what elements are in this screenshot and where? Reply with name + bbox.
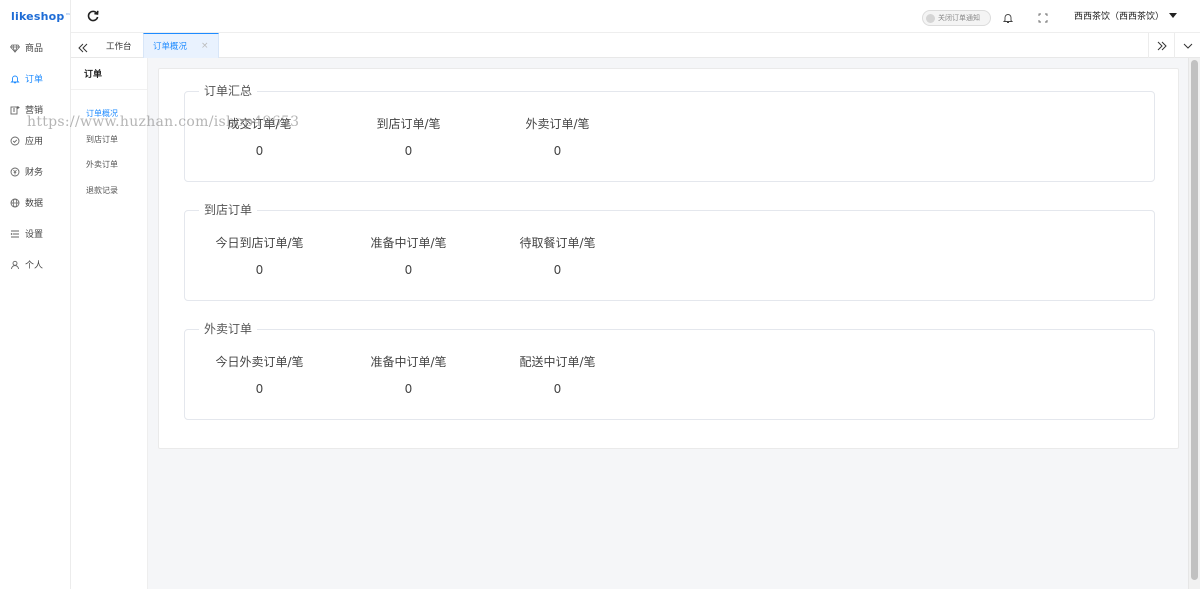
sidebar-item-label: 商品 xyxy=(25,44,44,54)
order-notify-label: 关闭订单通知 xyxy=(938,14,980,22)
stat-today-takeout: 今日外卖订单/笔 0 xyxy=(185,353,334,396)
sidebar-item-label: 营销 xyxy=(25,106,44,116)
stat-dine-in-orders: 到店订单/笔 0 xyxy=(334,115,483,158)
diamond-icon xyxy=(10,43,20,53)
stat-today-dine-in: 今日到店订单/笔 0 xyxy=(185,234,334,277)
sidebar-item-data[interactable]: 数据 xyxy=(0,187,70,218)
toggle-knob xyxy=(926,13,935,23)
primary-sidebar: likeshop ™ 商品 订单 营销 应用 财务 数据 设置 个人 xyxy=(0,0,71,589)
top-header: 关闭订单通知 西西茶饮（西西茶饮） xyxy=(71,0,1200,32)
fullscreen-icon[interactable] xyxy=(1037,9,1049,23)
sidebar-item-goods[interactable]: 商品 xyxy=(0,32,70,63)
list-settings-icon xyxy=(10,229,20,239)
refresh-icon[interactable] xyxy=(86,8,100,22)
stat-value: 0 xyxy=(404,144,413,158)
subnav-item-order-overview[interactable]: 订单概况 xyxy=(71,101,147,127)
subnav-item-takeout-orders[interactable]: 外卖订单 xyxy=(71,152,147,178)
stat-value: 0 xyxy=(553,382,562,396)
vertical-scrollbar[interactable] xyxy=(1188,58,1200,589)
sidebar-item-settings[interactable]: 设置 xyxy=(0,218,70,249)
tabs-bar: 工作台 订单概况 × xyxy=(71,32,1200,58)
main-content: 订单汇总 成交订单/笔 0 到店订单/笔 0 外卖订单/笔 0 到店订单 今日到… xyxy=(148,58,1188,589)
group-title: 到店订单 xyxy=(199,201,258,218)
stat-value: 0 xyxy=(255,263,264,277)
sidebar-item-finance[interactable]: 财务 xyxy=(0,156,70,187)
tab-label: 订单概况 xyxy=(153,42,188,52)
sidebar-item-label: 订单 xyxy=(25,75,44,85)
subnav-item-dine-in-orders[interactable]: 到店订单 xyxy=(71,127,147,153)
subnav-title: 订单 xyxy=(71,58,147,90)
subnav-list: 订单概况 到店订单 外卖订单 退款记录 xyxy=(71,90,147,203)
logo-trademark: ™ xyxy=(65,13,71,19)
shield-check-icon xyxy=(10,136,20,146)
logo[interactable]: likeshop ™ xyxy=(0,0,70,32)
tab-label: 工作台 xyxy=(106,41,132,52)
stat-preparing: 准备中订单/笔 0 xyxy=(334,234,483,277)
stat-value: 0 xyxy=(404,382,413,396)
secondary-sidebar: 订单 订单概况 到店订单 外卖订单 退款记录 xyxy=(71,58,148,589)
tab-order-overview[interactable]: 订单概况 × xyxy=(143,33,219,58)
sidebar-item-marketing[interactable]: 营销 xyxy=(0,94,70,125)
stat-label: 准备中订单/笔 xyxy=(370,355,447,369)
stat-awaiting-pickup: 待取餐订单/笔 0 xyxy=(483,234,632,277)
stat-takeout-orders: 外卖订单/笔 0 xyxy=(483,115,632,158)
stat-value: 0 xyxy=(404,263,413,277)
sidebar-item-label: 个人 xyxy=(25,261,44,271)
user-menu[interactable]: 西西茶饮（西西茶饮） xyxy=(1074,9,1178,22)
sidebar-item-personal[interactable]: 个人 xyxy=(0,249,70,280)
chevron-down-icon xyxy=(1183,43,1192,49)
sidebar-item-label: 设置 xyxy=(25,230,44,240)
double-chevron-right-icon xyxy=(1157,41,1167,50)
stat-label: 到店订单/笔 xyxy=(376,117,441,131)
stat-value: 0 xyxy=(255,144,264,158)
stat-label: 准备中订单/笔 xyxy=(370,236,447,250)
bell-icon xyxy=(10,74,20,84)
stat-value: 0 xyxy=(553,144,562,158)
logo-text: likeshop xyxy=(11,9,65,23)
notification-bell-icon[interactable] xyxy=(1002,9,1014,23)
group-title: 外卖订单 xyxy=(199,320,258,337)
sidebar-item-label: 财务 xyxy=(25,168,44,178)
stat-label: 外卖订单/笔 xyxy=(525,117,590,131)
stat-label: 成交订单/笔 xyxy=(227,117,292,131)
stat-takeout-preparing: 准备中订单/笔 0 xyxy=(334,353,483,396)
scrollbar-thumb[interactable] xyxy=(1191,60,1198,580)
stat-label: 配送中订单/笔 xyxy=(519,355,596,369)
caret-down-icon xyxy=(1169,13,1178,18)
stat-value: 0 xyxy=(255,382,264,396)
subnav-item-refund-records[interactable]: 退款记录 xyxy=(71,178,147,204)
order-summary-group: 订单汇总 成交订单/笔 0 到店订单/笔 0 外卖订单/笔 0 xyxy=(184,82,1155,182)
sidebar-menu: 商品 订单 营销 应用 财务 数据 设置 个人 xyxy=(0,32,70,280)
user-name: 西西茶饮（西西茶饮） xyxy=(1074,12,1165,22)
user-icon xyxy=(10,260,20,270)
stat-label: 待取餐订单/笔 xyxy=(519,236,596,250)
tabs-menu-button[interactable] xyxy=(1174,33,1200,58)
stat-label: 今日外卖订单/笔 xyxy=(215,355,304,369)
tab-close-icon[interactable]: × xyxy=(201,41,209,51)
sidebar-item-label: 应用 xyxy=(25,137,44,147)
dine-in-group: 到店订单 今日到店订单/笔 0 准备中订单/笔 0 待取餐订单/笔 0 xyxy=(184,201,1155,301)
sidebar-item-orders[interactable]: 订单 xyxy=(0,63,70,94)
yen-icon xyxy=(10,167,20,177)
stat-deal-orders: 成交订单/笔 0 xyxy=(185,115,334,158)
globe-icon xyxy=(10,198,20,208)
group-title: 订单汇总 xyxy=(199,82,258,99)
stat-label: 今日到店订单/笔 xyxy=(215,236,304,250)
tabs-scroll-right-button[interactable] xyxy=(1148,33,1174,58)
stat-delivering: 配送中订单/笔 0 xyxy=(483,353,632,396)
stat-value: 0 xyxy=(553,263,562,277)
overview-card: 订单汇总 成交订单/笔 0 到店订单/笔 0 外卖订单/笔 0 到店订单 今日到… xyxy=(158,68,1179,449)
double-chevron-left-icon[interactable] xyxy=(77,39,89,53)
sidebar-item-apps[interactable]: 应用 xyxy=(0,125,70,156)
takeout-group: 外卖订单 今日外卖订单/笔 0 准备中订单/笔 0 配送中订单/笔 0 xyxy=(184,320,1155,420)
marketing-icon xyxy=(10,105,20,115)
order-notify-toggle[interactable]: 关闭订单通知 xyxy=(922,10,991,26)
tab-workbench[interactable]: 工作台 xyxy=(97,33,141,58)
sidebar-item-label: 数据 xyxy=(25,199,44,209)
